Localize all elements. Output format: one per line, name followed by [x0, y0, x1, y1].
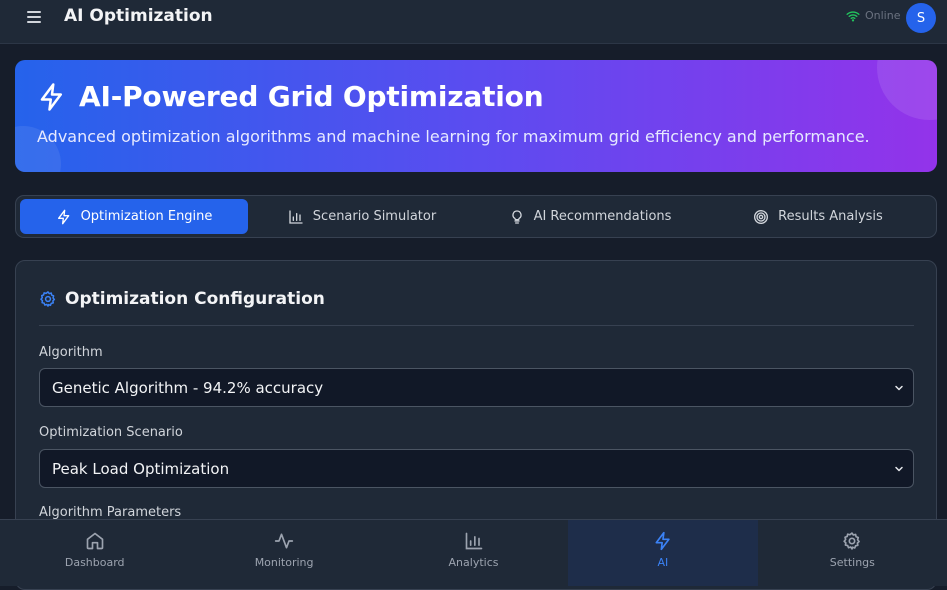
panel-heading: Optimization Configuration: [39, 289, 325, 309]
lightning-icon: [653, 531, 673, 551]
status-text: Online: [865, 9, 901, 22]
bar-chart-icon: [464, 531, 484, 551]
hero-heading: AI-Powered Grid Optimization: [37, 80, 544, 113]
home-icon: [85, 531, 105, 551]
scenario-select[interactable]: Peak Load Optimization: [39, 449, 914, 488]
tab-label: AI Recommendations: [533, 209, 672, 224]
nav-settings[interactable]: Settings: [758, 520, 947, 586]
avatar[interactable]: S: [906, 3, 936, 33]
nav-monitoring[interactable]: Monitoring: [189, 520, 378, 586]
lightning-icon: [56, 209, 72, 225]
nav-label: Analytics: [448, 556, 499, 569]
activity-icon: [274, 531, 294, 551]
divider: [39, 325, 914, 326]
wifi-icon: [846, 10, 860, 22]
nav-label: Settings: [829, 556, 875, 569]
scenario-label: Optimization Scenario: [39, 425, 183, 440]
tab-ai-recommendations[interactable]: AI Recommendations: [476, 199, 704, 234]
nav-ai[interactable]: AI: [568, 520, 758, 586]
app-title: AI Optimization: [64, 6, 213, 26]
panel-title: Optimization Configuration: [65, 289, 325, 309]
algorithm-select[interactable]: Genetic Algorithm - 94.2% accuracy: [39, 368, 914, 407]
lightning-icon: [37, 82, 67, 112]
nav-dashboard[interactable]: Dashboard: [0, 520, 189, 586]
gear-icon: [842, 531, 862, 551]
tab-optimization-engine[interactable]: Optimization Engine: [20, 199, 248, 234]
tab-label: Optimization Engine: [80, 209, 213, 224]
gear-icon: [39, 290, 57, 308]
page-subtitle: Advanced optimization algorithms and mac…: [37, 127, 870, 146]
top-bar: AI Optimization Online S: [0, 0, 947, 44]
tab-scenario-simulator[interactable]: Scenario Simulator: [248, 199, 476, 234]
tab-label: Scenario Simulator: [312, 209, 437, 224]
tab-bar: Optimization Engine Scenario Simulator A…: [15, 195, 937, 238]
algorithm-select-value: Genetic Algorithm - 94.2% accuracy: [52, 378, 324, 397]
tab-results-analysis[interactable]: Results Analysis: [704, 199, 932, 234]
nav-analytics[interactable]: Analytics: [379, 520, 568, 586]
hero-banner: AI-Powered Grid Optimization Advanced op…: [15, 60, 937, 172]
tab-label: Results Analysis: [778, 209, 883, 224]
hero-decoration: [877, 60, 937, 120]
lightbulb-icon: [509, 209, 525, 225]
nav-label: AI: [657, 556, 669, 569]
bottom-nav: Dashboard Monitoring Analytics AI Settin…: [0, 519, 947, 586]
chevron-down-icon: [893, 382, 905, 394]
algorithm-label: Algorithm: [39, 345, 103, 360]
nav-label: Dashboard: [64, 556, 125, 569]
scenario-select-value: Peak Load Optimization: [52, 459, 230, 478]
connection-status: Online: [846, 9, 900, 22]
bar-chart-icon: [288, 209, 304, 225]
hamburger-icon[interactable]: [27, 11, 41, 23]
nav-label: Monitoring: [254, 556, 314, 569]
page-title: AI-Powered Grid Optimization: [79, 80, 544, 113]
parameters-label: Algorithm Parameters: [39, 505, 182, 520]
chevron-down-icon: [893, 463, 905, 475]
target-icon: [753, 209, 769, 225]
